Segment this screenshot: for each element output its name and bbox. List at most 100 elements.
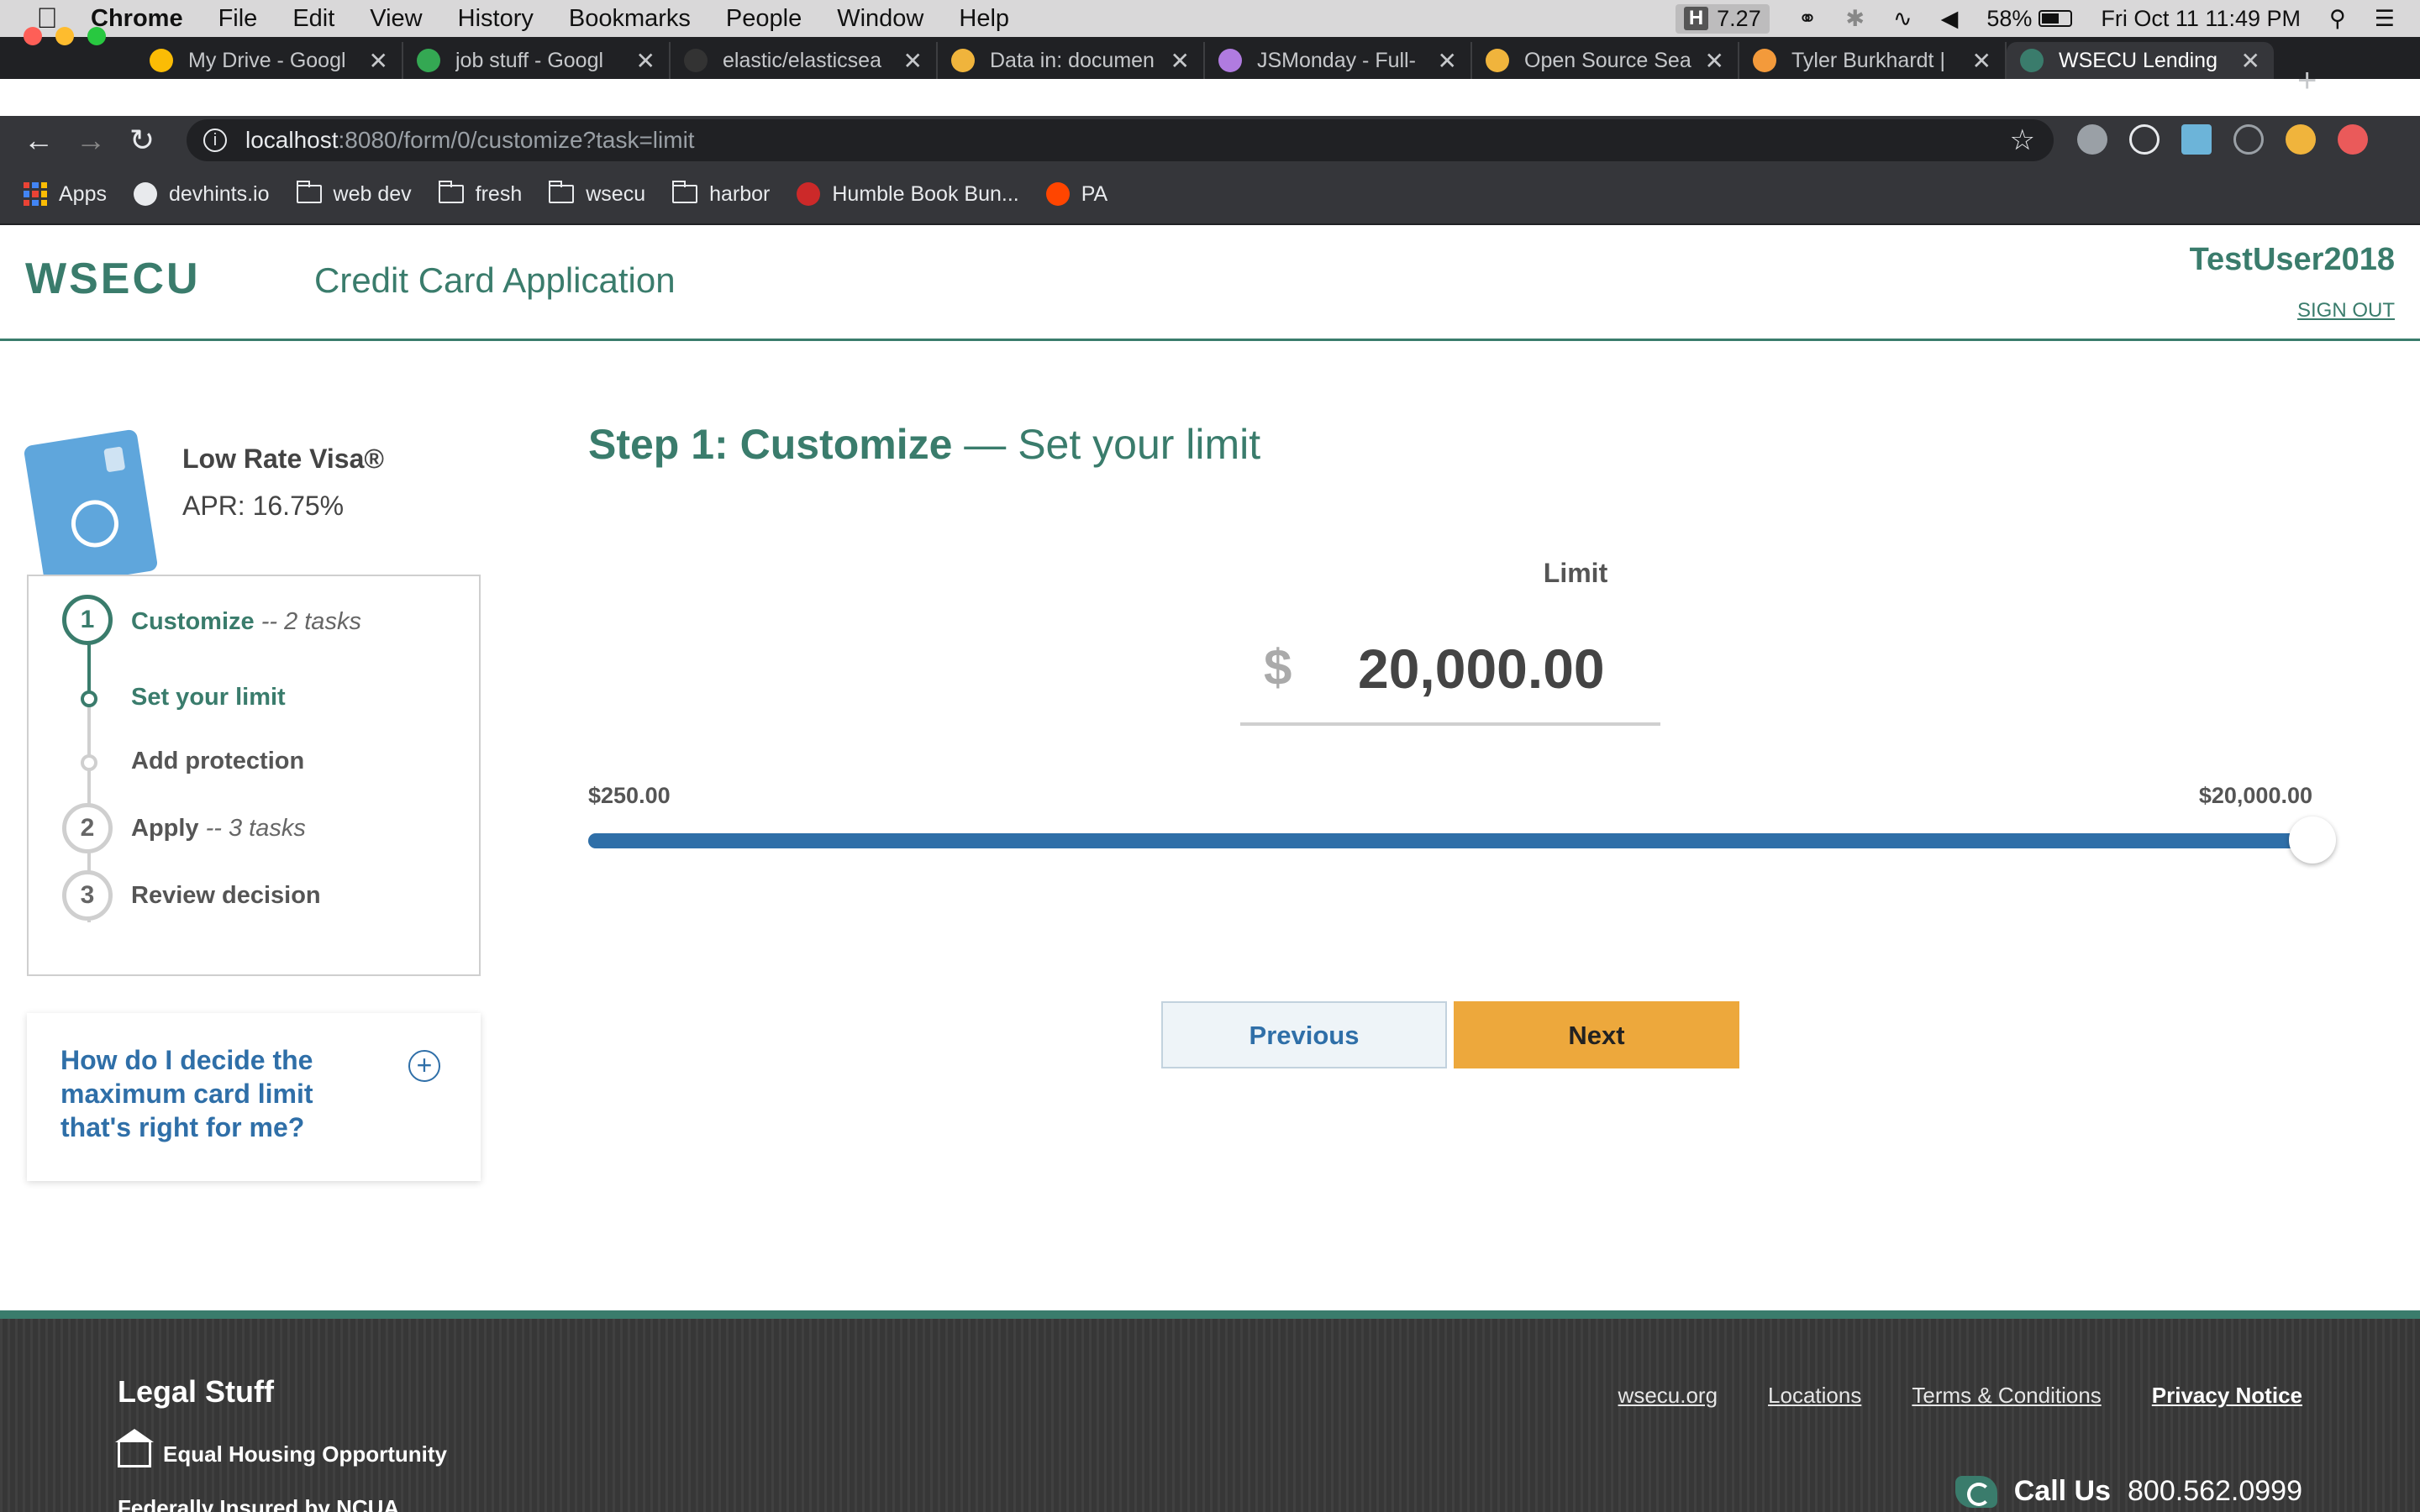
step-2-label[interactable]: Apply -- 3 tasks: [131, 815, 306, 843]
browser-tab[interactable]: JSMonday - Full- ✕: [1205, 42, 1472, 79]
browser-tab[interactable]: WSECU Lending ✕: [2007, 42, 2274, 79]
battery-indicator[interactable]: 58%: [1986, 6, 2073, 32]
tab-favicon-icon: [684, 49, 708, 72]
tab-title: My Drive - Googl: [188, 48, 346, 72]
limit-value[interactable]: 20,000.00: [1358, 637, 1605, 701]
menu-history[interactable]: History: [458, 5, 534, 33]
menu-view[interactable]: View: [370, 5, 422, 33]
bookmark-item[interactable]: web dev: [296, 181, 412, 207]
browser-tab[interactable]: My Drive - Googl ✕: [136, 42, 403, 79]
bookmark-item[interactable]: devhints.io: [133, 182, 270, 207]
menu-file[interactable]: File: [218, 5, 258, 33]
app-header: WSECU Credit Card Application TestUser20…: [0, 225, 2420, 341]
equal-housing-text: Equal Housing Opportunity: [163, 1441, 447, 1467]
limit-slider[interactable]: [588, 816, 2336, 864]
tray-h-widget[interactable]: H 7.27: [1675, 3, 1770, 34]
menu-help[interactable]: Help: [959, 5, 1009, 33]
zoom-window-button[interactable]: [87, 27, 106, 45]
tab-list: My Drive - Googl ✕ job stuff - Googl ✕ elast…: [136, 42, 2274, 79]
url-path: :8080/form/0/customize?task=limit: [338, 127, 695, 153]
next-button[interactable]: Next: [1454, 1001, 1739, 1068]
step-1-label[interactable]: Customize -- 2 tasks: [131, 608, 361, 636]
bookmark-item[interactable]: Apps: [24, 182, 107, 207]
tab-favicon-icon: [951, 49, 975, 72]
footer-link-locations[interactable]: Locations: [1768, 1383, 1861, 1409]
expand-plus-icon[interactable]: +: [408, 1050, 440, 1082]
task-add-protection[interactable]: Add protection: [131, 748, 304, 775]
tab-close-icon[interactable]: ✕: [369, 47, 388, 75]
menu-edit[interactable]: Edit: [292, 5, 334, 33]
wifi-icon[interactable]: ∿: [1893, 6, 1912, 32]
footer-link-terms[interactable]: Terms & Conditions: [1912, 1383, 2101, 1409]
spotlight-search-icon[interactable]: ⚲: [2329, 6, 2346, 32]
tab-close-icon[interactable]: ✕: [1705, 47, 1724, 75]
tab-favicon-icon: [150, 49, 173, 72]
range-max-label: $20,000.00: [2198, 783, 2312, 808]
bookmark-item[interactable]: wsecu: [549, 181, 645, 207]
bookmark-item[interactable]: Humble Book Bun...: [797, 181, 1019, 207]
tab-close-icon[interactable]: ✕: [1438, 47, 1457, 75]
site-info-icon[interactable]: i: [203, 129, 227, 152]
tab-close-icon[interactable]: ✕: [636, 47, 655, 75]
menu-bookmarks[interactable]: Bookmarks: [569, 5, 691, 33]
footer-link-wsecu[interactable]: wsecu.org: [1618, 1383, 1718, 1409]
tab-title: job stuff - Googl: [455, 48, 604, 72]
sign-out-link[interactable]: SIGN OUT: [2297, 299, 2395, 323]
notification-center-icon[interactable]: ☰: [2375, 6, 2395, 32]
equal-housing: Equal Housing Opportunity: [115, 1428, 447, 1467]
footer-link-privacy[interactable]: Privacy Notice: [2152, 1383, 2302, 1409]
range-min-label: $250.00: [588, 783, 671, 808]
new-tab-button[interactable]: +: [2297, 62, 2317, 100]
browser-tab[interactable]: job stuff - Googl ✕: [403, 42, 671, 79]
bookmark-star-icon[interactable]: ☆: [2010, 123, 2035, 157]
tab-close-icon[interactable]: ✕: [903, 47, 923, 75]
username: TestUser2018: [2189, 242, 2395, 277]
address-bar[interactable]: i localhost:8080/form/0/customize?task=l…: [187, 119, 2054, 161]
close-window-button[interactable]: [24, 27, 42, 45]
react-devtools-icon[interactable]: [2129, 124, 2160, 155]
browser-tab[interactable]: Open Source Sea ✕: [1472, 42, 1739, 79]
forward-arrow-icon[interactable]: →: [76, 123, 106, 158]
browser-tab[interactable]: Data in: documen ✕: [938, 42, 1205, 79]
status-tray: H 7.27 ⚭ ✱ ∿ ◀ 58% Fri Oct 11 11:49 PM ⚲ …: [1675, 0, 2395, 37]
limit-label: Limit: [1543, 558, 1608, 588]
extension-g-icon[interactable]: [2077, 124, 2107, 155]
sync-icon[interactable]: ⚭: [1798, 6, 1818, 32]
menu-window[interactable]: Window: [837, 5, 923, 33]
step-3-label[interactable]: Review decision: [131, 882, 321, 910]
folder-icon: [549, 181, 575, 203]
browser-tab[interactable]: elastic/elasticsea ✕: [671, 42, 938, 79]
minimize-window-button[interactable]: [55, 27, 74, 45]
phone-number[interactable]: 800.562.0999: [2128, 1475, 2302, 1508]
bookmark-item[interactable]: harbor: [672, 181, 770, 207]
step-heading: Step 1: Customize — Set your limit: [588, 420, 1260, 469]
slider-thumb[interactable]: [2289, 816, 2336, 864]
bookmark-item[interactable]: PA: [1045, 182, 1107, 207]
previous-button[interactable]: Previous: [1161, 1001, 1447, 1068]
clock[interactable]: Fri Oct 11 11:49 PM: [2101, 6, 2301, 32]
tab-close-icon[interactable]: ✕: [2241, 47, 2260, 75]
volume-icon[interactable]: ◀: [1941, 6, 1959, 32]
back-arrow-icon[interactable]: ←: [24, 123, 54, 158]
bookmark-label: fresh: [475, 181, 523, 206]
bookmark-item[interactable]: fresh: [438, 181, 523, 207]
faq-question[interactable]: How do I decide the maximum card limit t…: [60, 1043, 380, 1144]
call-us[interactable]: Call Us 800.562.0999: [1954, 1475, 2302, 1508]
wsecu-logo[interactable]: WSECU: [25, 254, 201, 304]
task-set-your-limit[interactable]: Set your limit: [131, 684, 286, 711]
menu-people[interactable]: People: [726, 5, 802, 33]
lightbulb-icon[interactable]: [2286, 124, 2316, 155]
tab-title: JSMonday - Full-: [1257, 48, 1416, 72]
tab-close-icon[interactable]: ✕: [1972, 47, 1991, 75]
bookmark-label: Humble Book Bun...: [832, 181, 1019, 206]
tab-close-icon[interactable]: ✕: [1171, 47, 1190, 75]
wordpress-icon[interactable]: [2233, 124, 2264, 155]
task-1-dot: [81, 690, 97, 707]
extension-upload-icon[interactable]: [2338, 124, 2368, 155]
extension-pen-icon[interactable]: [2181, 124, 2212, 155]
browser-tab[interactable]: Tyler Burkhardt | ✕: [1739, 42, 2007, 79]
reload-icon[interactable]: ↻: [129, 123, 155, 158]
bluetooth-icon[interactable]: ✱: [1845, 6, 1865, 32]
faq-card[interactable]: How do I decide the maximum card limit t…: [27, 1013, 481, 1181]
limit-input[interactable]: $ 20,000.00: [1240, 622, 1660, 726]
